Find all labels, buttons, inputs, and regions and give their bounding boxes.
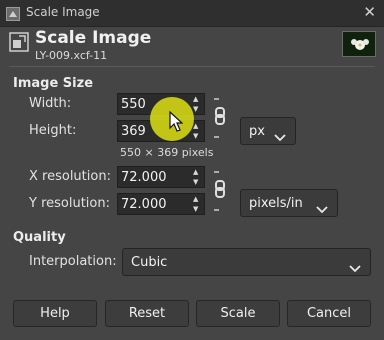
title-bar: Scale Image ✕ <box>0 0 384 27</box>
close-icon[interactable]: ✕ <box>363 3 376 21</box>
x-resolution-label: X resolution: <box>29 169 111 184</box>
decrement-icon[interactable]: ▼ <box>193 178 198 186</box>
interpolation-label: Interpolation: <box>29 254 117 269</box>
header-separator <box>9 66 375 67</box>
scale-button[interactable]: Scale <box>196 300 280 327</box>
mouse-pointer-icon <box>169 110 184 137</box>
image-thumbnail <box>342 31 376 57</box>
width-value[interactable]: 550 <box>121 97 146 112</box>
y-resolution-label: Y resolution: <box>29 196 110 211</box>
scale-image-icon <box>9 32 29 52</box>
chevron-down-icon <box>274 127 286 146</box>
decrement-icon[interactable]: ▼ <box>193 105 198 113</box>
increment-icon[interactable]: ▲ <box>193 122 198 130</box>
width-label: Width: <box>29 96 72 111</box>
pixel-dimensions: 550 × 369 pixels <box>120 146 214 159</box>
x-resolution-value[interactable]: 72.000 <box>121 170 167 185</box>
height-value[interactable]: 369 <box>121 124 146 139</box>
resolution-unit-dropdown[interactable]: pixels/in <box>240 189 338 217</box>
interpolation-value: Cubic <box>131 255 168 270</box>
size-unit-value: px <box>249 124 265 139</box>
x-resolution-spinbox[interactable]: 72.000 ▲ ▼ <box>117 166 205 188</box>
resolution-unit-value: pixels/in <box>249 196 303 211</box>
help-button[interactable]: Help <box>13 300 97 327</box>
resolution-chain-icon[interactable] <box>212 168 228 218</box>
increment-icon[interactable]: ▲ <box>193 195 198 203</box>
chain-link-icon[interactable] <box>212 95 228 145</box>
decrement-icon[interactable]: ▼ <box>193 205 198 213</box>
window-title: Scale Image <box>26 5 100 19</box>
x-resolution-stepper[interactable]: ▲ ▼ <box>190 167 204 187</box>
y-resolution-value[interactable]: 72.000 <box>121 197 167 212</box>
size-unit-dropdown[interactable]: px <box>240 117 296 145</box>
decrement-icon[interactable]: ▼ <box>193 132 198 140</box>
y-resolution-stepper[interactable]: ▲ ▼ <box>190 194 204 214</box>
quality-section-label: Quality <box>13 230 66 245</box>
cancel-button[interactable]: Cancel <box>287 300 371 327</box>
image-name: LY-009.xcf-11 <box>35 49 108 62</box>
dialog-title: Scale Image <box>35 28 152 48</box>
increment-icon[interactable]: ▲ <box>193 168 198 176</box>
image-size-section-label: Image Size <box>13 76 94 91</box>
chevron-down-icon <box>349 258 361 277</box>
increment-icon[interactable]: ▲ <box>193 95 198 103</box>
height-label: Height: <box>29 123 77 138</box>
interpolation-dropdown[interactable]: Cubic <box>122 248 371 276</box>
gimp-app-icon <box>6 6 20 25</box>
y-resolution-spinbox[interactable]: 72.000 ▲ ▼ <box>117 193 205 215</box>
chevron-down-icon <box>316 199 328 218</box>
reset-button[interactable]: Reset <box>105 300 189 327</box>
